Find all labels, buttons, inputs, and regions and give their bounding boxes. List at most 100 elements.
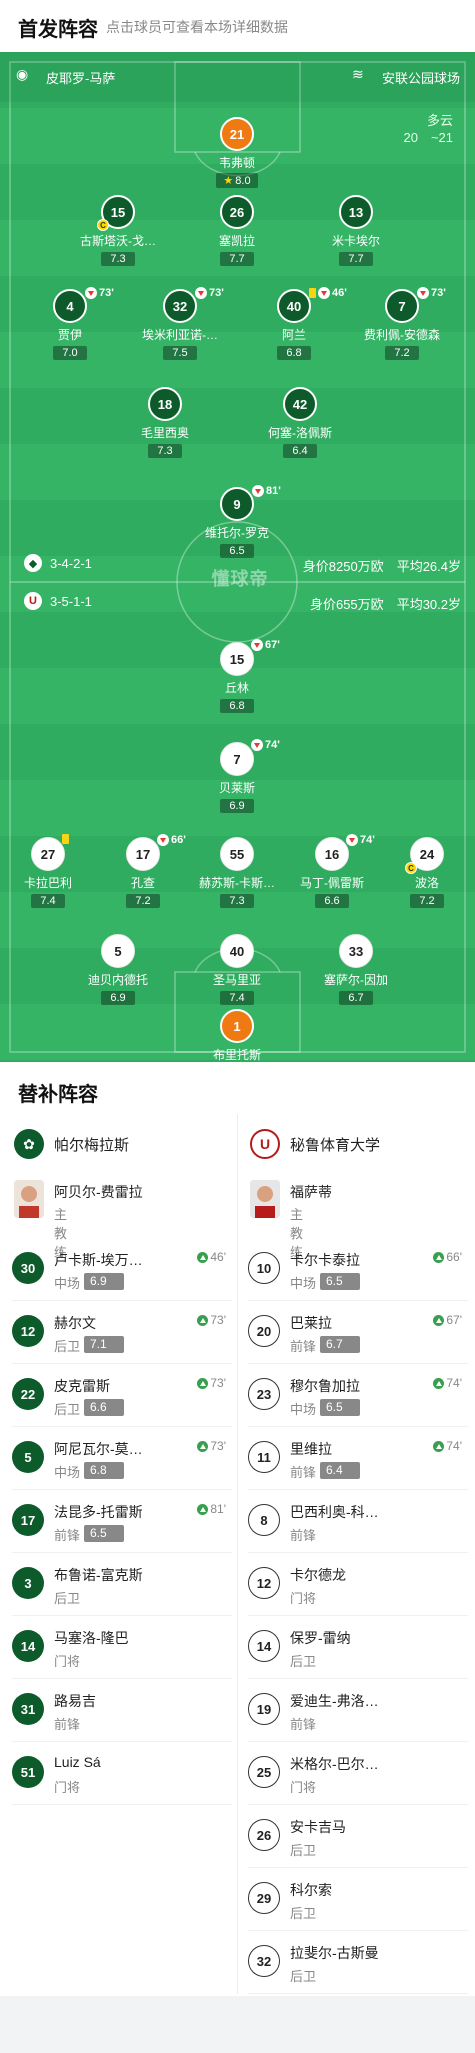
player-rating: 7.7 (339, 252, 373, 266)
home-sub-row[interactable]: 3 布鲁诺-富克斯 后卫 (12, 1553, 232, 1615)
away-sub-row[interactable]: 14 保罗-雷纳 后卫 (248, 1616, 468, 1678)
sub-rating: 6.7 (320, 1336, 360, 1353)
sub-in-minute: 74' (433, 1376, 462, 1390)
away-sub-row[interactable]: 32 拉斐尔-古斯曼 后卫 (248, 1931, 468, 1993)
away-sub-row[interactable]: 12 卡尔德龙 门将 (248, 1553, 468, 1615)
away-sub-row[interactable]: 26 安卡吉马 后卫 (248, 1805, 468, 1867)
sub-position: 前锋 (290, 1339, 317, 1354)
away-sub-row[interactable]: 25 米格尔-巴尔… 门将 (248, 1742, 468, 1804)
player-events: 73' (195, 287, 224, 299)
sub-name: 马塞洛-隆巴 (54, 1630, 129, 1646)
sub-number: 26 (248, 1819, 280, 1851)
player-events (62, 834, 71, 844)
sub-position: 中场 (54, 1465, 81, 1480)
home-sub-row[interactable]: 14 马塞洛-隆巴 门将 (12, 1616, 232, 1678)
away-sub-row[interactable]: 11 里维拉 前锋 6.4 74' (248, 1427, 468, 1489)
away-player[interactable]: 7 74' 贝莱斯 6.9 (177, 739, 297, 814)
away-team-header[interactable]: U 秘鲁体育大学 (250, 1124, 380, 1164)
player-number: 32 (172, 298, 188, 314)
away-sub-row[interactable]: 20 巴莱拉 前锋 6.7 67' (248, 1301, 468, 1363)
home-player[interactable]: 15 C 古斯塔沃-戈… 7.3 (58, 195, 178, 267)
home-player[interactable]: 13 米卡埃尔 7.7 (296, 195, 416, 267)
away-player[interactable]: 15 67' 丘林 6.8 (177, 639, 297, 714)
home-player[interactable]: 26 塞凯拉 7.7 (177, 195, 297, 267)
lineup-title: 首发阵容 (18, 19, 98, 41)
home-player[interactable]: 9 81' 维托尔-罗克 6.5 (177, 485, 297, 559)
home-value-age: 身价8250万欧 平均26.4岁 (302, 559, 461, 574)
home-sub-row[interactable]: 17 法昆多-托雷斯 前锋 6.5 81' (12, 1490, 232, 1552)
rating-value: 7.0 (62, 347, 78, 359)
venue-name: 安联公园球场 (382, 71, 461, 86)
player-rating: 7.4 (220, 991, 254, 1005)
player-rating: 7.0 (53, 346, 87, 360)
referee-name: 皮耶罗-马萨 (46, 71, 116, 86)
row-separator (248, 1993, 468, 1994)
home-team-header[interactable]: ✿ 帕尔梅拉斯 (14, 1124, 129, 1164)
sub-in-minute: 74' (433, 1439, 462, 1453)
away-sub-row[interactable]: 29 科尔索 后卫 (248, 1868, 468, 1930)
home-sub-row[interactable]: 30 卢卡斯-埃万… 中场 6.9 46' (12, 1238, 232, 1300)
sub-number: 5 (12, 1441, 44, 1473)
player-name: 丘林 (224, 681, 249, 695)
sub-number: 22 (12, 1378, 44, 1410)
sub-out-minute: 81' (266, 485, 281, 497)
sub-in-icon (197, 1314, 209, 1326)
home-player[interactable]: 42 何塞-洛佩斯 6.4 (240, 387, 360, 459)
sub-position: 后卫 (290, 1654, 317, 1669)
home-player[interactable]: 4 73' 贾伊 7.0 (10, 287, 130, 361)
player-name: 迪贝内德托 (87, 973, 148, 987)
away-player[interactable]: 33 塞萨尔-因加 6.7 (296, 934, 416, 1006)
home-player[interactable]: 21 韦弗顿 ★ 8.0 (177, 117, 297, 189)
home-player-number: 7 73' (385, 287, 446, 323)
rating-value: 6.7 (348, 992, 364, 1004)
rating-value: 6.9 (110, 992, 126, 1004)
rating-value: 7.7 (229, 253, 245, 265)
home-formation: 3-4-2-1 (50, 556, 92, 571)
sub-name: 卢卡斯-埃万… (54, 1252, 143, 1268)
sub-number: 23 (248, 1378, 280, 1410)
sub-position: 前锋 (290, 1465, 317, 1480)
sub-name: 布鲁诺-富克斯 (54, 1567, 143, 1583)
away-player[interactable]: 40 圣马里亚 7.4 (177, 934, 297, 1006)
home-player[interactable]: 7 73' 费利佩-安德森 7.2 (342, 287, 462, 361)
home-player[interactable]: 18 毛里西奥 7.3 (105, 387, 225, 459)
away-sub-row[interactable]: 23 穆尔鲁加拉 中场 6.5 74' (248, 1364, 468, 1426)
sub-out-icon (157, 834, 169, 846)
player-rating: 6.5 (220, 544, 254, 558)
away-player[interactable]: 1布里托斯6.7 (177, 1009, 297, 1062)
rating-value: 6.6 (324, 895, 340, 907)
rating-value: 8.0 (235, 175, 251, 187)
home-player-number: 15 C (97, 195, 135, 231)
home-sub-row[interactable]: 31 路易吉 前锋 (12, 1679, 232, 1741)
home-player[interactable]: 32 73' 埃米利亚诺-… 7.5 (120, 287, 240, 361)
player-name: 费利佩-安德森 (364, 328, 440, 342)
away-sub-row[interactable]: 10 卡尔卡泰拉 中场 6.5 66' (248, 1238, 468, 1300)
rating-value: 7.3 (157, 445, 173, 457)
away-player[interactable]: 24 C 波洛 7.2 (367, 837, 475, 909)
player-number: 9 (233, 496, 241, 512)
away-sub-row[interactable]: 19 爱迪生-弗洛… 前锋 (248, 1679, 468, 1741)
home-sub-row[interactable]: 5 阿尼瓦尔-莫… 中场 6.8 73' (12, 1427, 232, 1489)
home-sub-row[interactable]: 51 Luiz Sá 门将 (12, 1742, 232, 1804)
home-player-number: 13 (339, 195, 373, 229)
sub-out-icon (195, 287, 207, 299)
home-sub-row[interactable]: 12 赫尔文 后卫 7.1 73' (12, 1301, 232, 1363)
player-name: 塞凯拉 (218, 234, 255, 248)
away-team-name: 秘鲁体育大学 (290, 1136, 381, 1154)
player-number: 27 (40, 846, 56, 862)
away-sub-row[interactable]: 8 巴西利奥-科… 前锋 (248, 1490, 468, 1552)
away-coach-avatar (250, 1180, 280, 1218)
player-name: 埃米利亚诺-… (142, 328, 218, 342)
player-number: 15 (110, 204, 126, 220)
away-player[interactable]: 5 迪贝内德托 6.9 (58, 934, 178, 1006)
rating-value: 7.4 (40, 895, 56, 907)
sub-number: 19 (248, 1693, 280, 1725)
sub-position: 前锋 (54, 1717, 81, 1732)
lineup-header: 首发阵容 点击球员可查看本场详细数据 (0, 0, 475, 52)
sub-name: 巴西利奥-科… (290, 1504, 379, 1520)
home-sub-row[interactable]: 22 皮克雷斯 后卫 6.6 73' (12, 1364, 232, 1426)
home-player[interactable]: 40 46' 阿兰 6.8 (234, 287, 354, 361)
player-name: 圣马里亚 (212, 973, 261, 987)
rating-value: 7.2 (419, 895, 435, 907)
away-player-number: 17 66' (126, 834, 186, 871)
